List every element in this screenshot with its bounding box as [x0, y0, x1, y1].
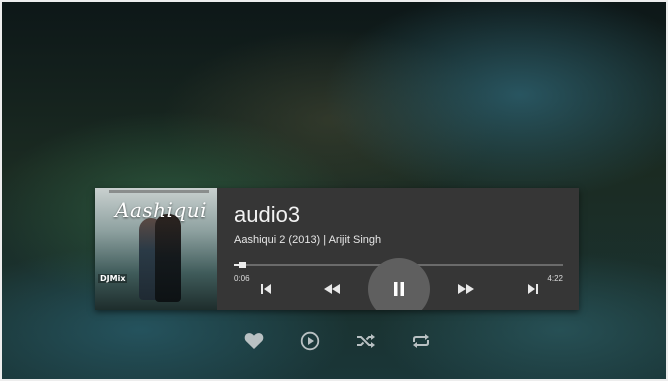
skip-previous-icon [261, 284, 271, 294]
track-subtitle: Aashiqui 2 (2013) | Arijit Singh [234, 234, 382, 246]
album-art: Aashiqui DJMix [95, 188, 217, 310]
repeat-button[interactable] [410, 331, 432, 351]
now-playing-card: Aashiqui DJMix audio3 Aashiqui 2 (2013) … [95, 188, 579, 310]
fast-forward-button[interactable] [455, 278, 477, 300]
album-art-logo: Aashiqui [115, 198, 207, 222]
skip-previous-button[interactable] [255, 278, 277, 300]
skip-next-button[interactable] [522, 278, 544, 300]
track-title: audio3 [234, 202, 301, 227]
album-art-credits [109, 190, 209, 193]
rewind-button[interactable] [321, 278, 343, 300]
skip-next-icon [528, 284, 538, 294]
repeat-icon [413, 334, 429, 348]
favorite-button[interactable] [243, 331, 265, 351]
play-queue-button[interactable] [299, 331, 321, 351]
pause-icon [394, 282, 404, 296]
play-circle-icon [300, 331, 320, 351]
album-art-badge: DJMix [98, 274, 128, 283]
shuffle-button[interactable] [355, 331, 377, 351]
track-info: audio3 Aashiqui 2 (2013) | Arijit Singh [234, 202, 381, 246]
rewind-icon [324, 284, 340, 294]
seek-bar-thumb[interactable] [238, 262, 246, 268]
elapsed-time: 0:06 [234, 274, 250, 283]
fast-forward-icon [458, 284, 474, 294]
total-duration: 4:22 [547, 274, 563, 283]
media-player-screen: Aashiqui DJMix audio3 Aashiqui 2 (2013) … [0, 0, 668, 381]
album-art-figure [155, 214, 181, 302]
heart-icon [244, 333, 264, 349]
shuffle-icon [357, 334, 375, 348]
